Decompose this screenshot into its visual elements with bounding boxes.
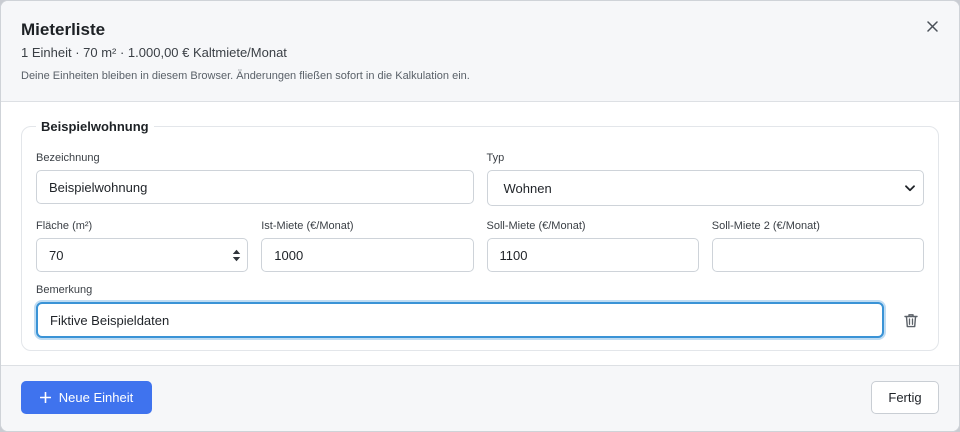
stepper-arrows-icon [233,249,241,261]
typ-select[interactable]: Wohnen [486,170,924,206]
soll-miete-2-input[interactable] [711,238,924,272]
dialog-hint: Deine Einheiten bleiben in diesem Browse… [21,70,470,82]
bemerkung-label: Bemerkung [36,284,93,296]
unit-card: Beispielwohnung Bezeichnung Typ Wohnen [21,119,939,351]
mieterliste-dialog: Mieterliste 1 Einheit · 70 m² · 1.000,00… [0,0,960,432]
flaeche-label: Fläche (m²) [36,220,93,232]
unit-row-2: Fläche (m²) 70 Ist-Miete (€/Monat) 1000 … [36,220,924,272]
unit-row-3: Bemerkung [36,284,924,338]
plus-icon [39,392,51,403]
bemerkung-input[interactable] [36,302,884,338]
bezeichnung-input[interactable] [36,170,474,204]
soll-miete-2-label: Soll-Miete 2 (€/Monat) [711,220,820,232]
dialog-title: Mieterliste [21,20,106,39]
bemerkung-field: Bemerkung [36,284,884,338]
dialog-body: Beispielwohnung Bezeichnung Typ Wohnen [1,102,959,367]
typ-label: Typ [486,152,505,164]
add-unit-label: Neue Einheit [58,390,134,405]
bezeichnung-field: Bezeichnung [36,152,474,206]
soll-miete-label: Soll-Miete (€/Monat) [486,220,586,232]
soll-miete-field: Soll-Miete (€/Monat) [486,220,699,272]
dialog-header: Mieterliste 1 Einheit · 70 m² · 1.000,00… [1,1,959,102]
typ-field: Typ Wohnen [486,152,924,206]
dialog-footer: Neue Einheit Fertig [1,365,959,431]
soll-miete-input[interactable] [486,238,699,272]
flaeche-input[interactable]: 70 [36,238,249,272]
close-icon [926,20,938,32]
unit-card-title: Beispielwohnung [36,119,154,135]
ist-miete-input[interactable] [261,238,474,272]
chevron-down-icon [905,184,915,191]
ist-miete-label: Ist-Miete (€/Monat) [261,220,354,232]
bezeichnung-label: Bezeichnung [36,152,100,164]
unit-row-1: Bezeichnung Typ Wohnen [36,152,924,206]
dialog-summary: 1 Einheit · 70 m² · 1.000,00 € Kaltmiete… [21,45,287,60]
trash-icon [904,313,918,327]
done-button[interactable]: Fertig [871,381,939,414]
flaeche-stepper[interactable] [232,249,241,262]
typ-selected-value: Wohnen [503,180,552,196]
add-unit-button[interactable]: Neue Einheit [21,381,152,414]
delete-unit-button[interactable] [898,302,924,338]
close-button[interactable] [921,15,943,37]
flaeche-field: Fläche (m²) 70 [36,220,249,272]
flaeche-value: 70 [49,247,64,263]
soll-miete-2-field: Soll-Miete 2 (€/Monat) [711,220,924,272]
ist-miete-field: Ist-Miete (€/Monat) [261,220,474,272]
